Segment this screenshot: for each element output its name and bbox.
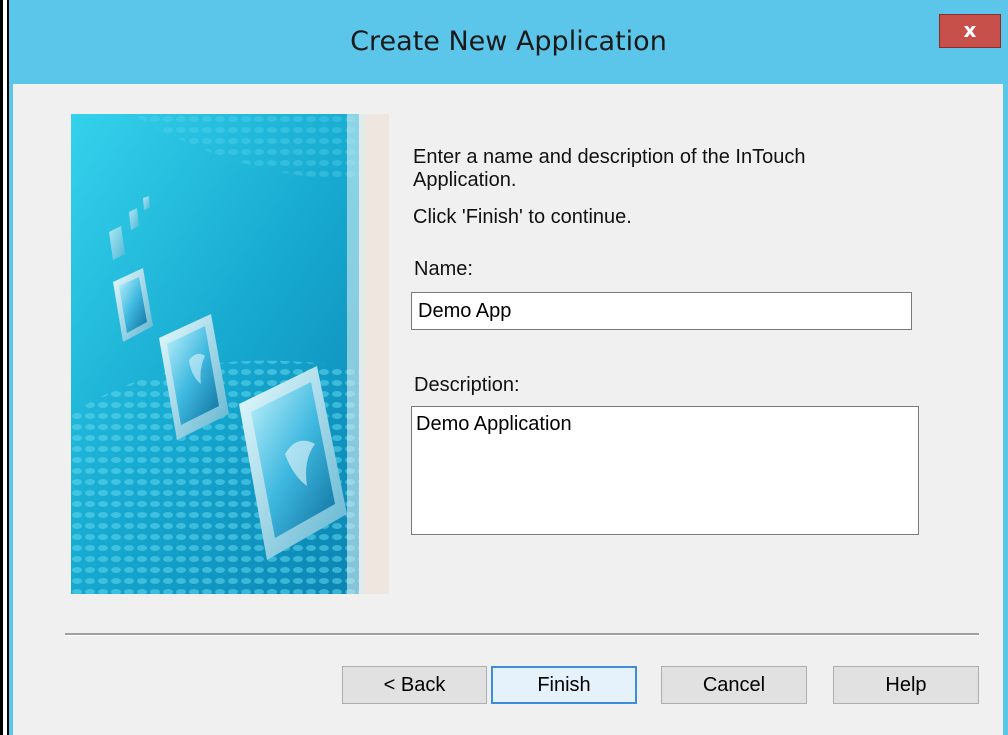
cancel-button[interactable]: Cancel <box>661 666 807 704</box>
window-title: Create New Application <box>350 26 667 57</box>
desktop-edge-inner <box>3 0 7 735</box>
title-bar[interactable]: Create New Application x <box>9 0 1008 84</box>
name-label: Name: <box>414 258 473 280</box>
separator <box>65 633 979 636</box>
wizard-banner-image <box>71 114 389 594</box>
intro-instructions: Enter a name and description of the InTo… <box>413 146 806 191</box>
close-icon: x <box>963 18 977 42</box>
name-input[interactable] <box>411 292 912 330</box>
help-button[interactable]: Help <box>833 666 979 704</box>
close-button[interactable]: x <box>939 14 1001 48</box>
create-application-dialog: Create New Application x Enter a name an… <box>9 0 1008 735</box>
dialog-body: Enter a name and description of the InTo… <box>13 84 1003 735</box>
back-button[interactable]: < Back <box>342 666 487 704</box>
finish-button[interactable]: Finish <box>491 666 637 704</box>
description-input[interactable]: Demo Application <box>411 406 919 535</box>
intro-continue-hint: Click 'Finish' to continue. <box>413 206 632 228</box>
description-label: Description: <box>414 374 520 396</box>
